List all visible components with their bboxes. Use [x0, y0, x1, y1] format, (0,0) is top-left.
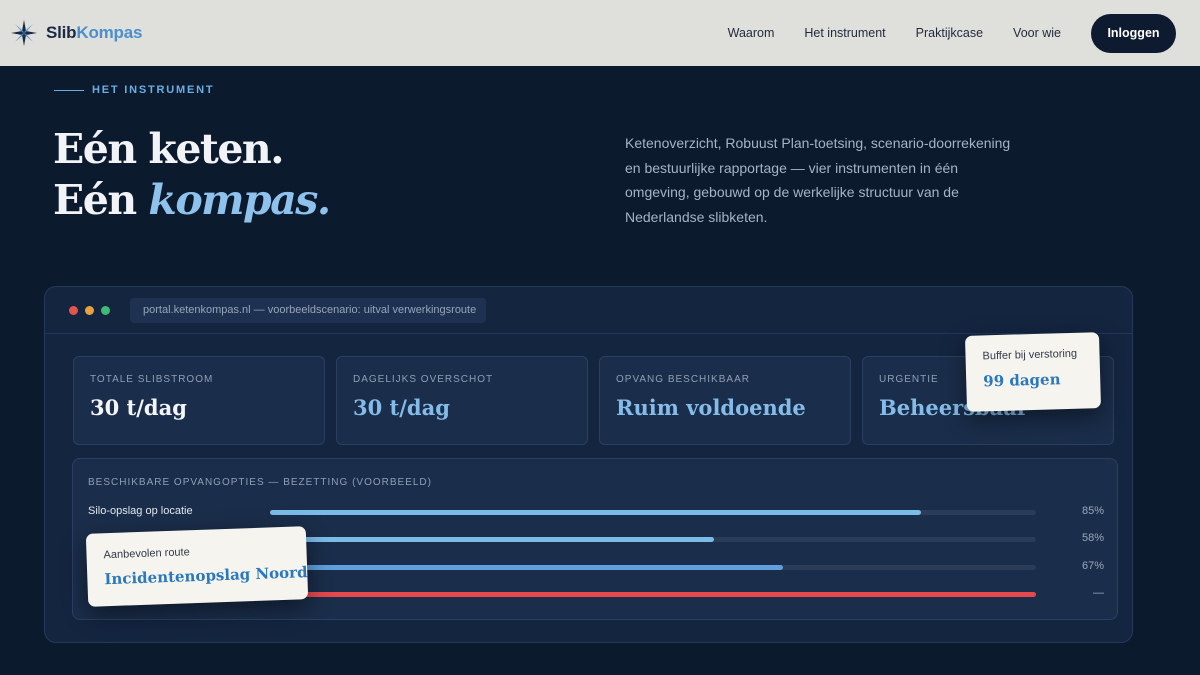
callout-value: 99 dagen	[982, 370, 1061, 391]
login-button[interactable]: Inloggen	[1091, 13, 1176, 53]
brand-name-part2: Kompas	[76, 23, 143, 42]
progress-track	[270, 592, 1036, 597]
compass-star-icon	[11, 20, 37, 46]
row-value: 67%	[1081, 560, 1104, 572]
stat-card-slibstroom: TOTALE SLIBSTROOM 30 t/dag	[73, 356, 325, 445]
row-value: 58%	[1081, 532, 1104, 544]
progress-fill	[270, 592, 1036, 597]
nav-link-waarom[interactable]: Waarom	[728, 26, 775, 40]
progress-fill	[270, 510, 922, 515]
stat-label: TOTALE SLIBSTROOM	[90, 374, 214, 385]
minimize-dot	[85, 305, 94, 315]
stat-card-overschot: DAGELIJKS OVERSCHOT 30 t/dag	[336, 356, 588, 445]
progress-fill	[270, 537, 715, 542]
nav-links: Waarom Het instrument Praktijkcase Voor …	[698, 13, 1176, 53]
row-label: Silo-opslag op locatie	[88, 505, 193, 517]
callout-label: Buffer bij verstoring	[982, 347, 1078, 363]
eyebrow-line	[54, 89, 84, 91]
headline-line2-prefix: Eén	[53, 176, 149, 224]
hero-intro: Ketenoverzicht, Robuust Plan-toetsing, s…	[625, 135, 1011, 225]
stat-value: 30 t/dag	[90, 395, 187, 420]
callout-label: Aanbevolen route	[103, 546, 190, 562]
nav-link-voor-wie[interactable]: Voor wie	[1013, 26, 1061, 40]
nav-link-het-instrument[interactable]: Het instrument	[804, 26, 885, 40]
buffer-callout-card: Buffer bij verstoring 99 dagen	[964, 332, 1102, 412]
capacity-row: Silo-opslag op locatie 85%	[88, 505, 1104, 519]
row-value: —	[1093, 587, 1104, 599]
progress-track	[270, 565, 1036, 570]
stat-label: OPVANG BESCHIKBAAR	[616, 374, 750, 385]
brand-name-part1: Slib	[46, 23, 77, 42]
row-value: 85%	[1081, 505, 1104, 517]
progress-track	[270, 537, 1036, 542]
hero-headline: Eén keten. Eén kompas.	[53, 124, 331, 226]
maximize-dot	[101, 305, 110, 315]
nav-link-praktijkcase[interactable]: Praktijkcase	[916, 26, 983, 40]
route-callout-card: Aanbevolen route Incidentenopslag Noord	[85, 526, 309, 607]
brand-name: SlibKompas	[46, 23, 142, 43]
headline-line2-emphasis: kompas.	[148, 176, 331, 224]
close-dot	[69, 305, 78, 315]
section-eyebrow: HET INSTRUMENT	[54, 84, 214, 96]
top-navigation: SlibKompas Waarom Het instrument Praktij…	[0, 0, 1200, 66]
eyebrow-text: HET INSTRUMENT	[92, 84, 215, 96]
panel-title: BESCHIKBARE OPVANGOPTIES — BEZETTING (VO…	[88, 477, 432, 488]
progress-fill	[270, 565, 784, 570]
stat-card-opvang: OPVANG BESCHIKBAAR Ruim voldoende	[599, 356, 851, 445]
progress-track	[270, 510, 1036, 515]
brand-logo[interactable]: SlibKompas	[10, 19, 142, 47]
stat-value: Ruim voldoende	[616, 395, 806, 420]
callout-value: Incidentenopslag Noord	[104, 563, 308, 589]
headline-line1: Eén keten.	[53, 125, 285, 173]
url-bar[interactable]: portal.ketenkompas.nl — voorbeeldscenari…	[130, 297, 486, 323]
stat-value: 30 t/dag	[353, 395, 450, 420]
stat-label: DAGELIJKS OVERSCHOT	[353, 374, 494, 385]
window-titlebar: portal.ketenkompas.nl — voorbeeldscenari…	[45, 287, 1132, 334]
